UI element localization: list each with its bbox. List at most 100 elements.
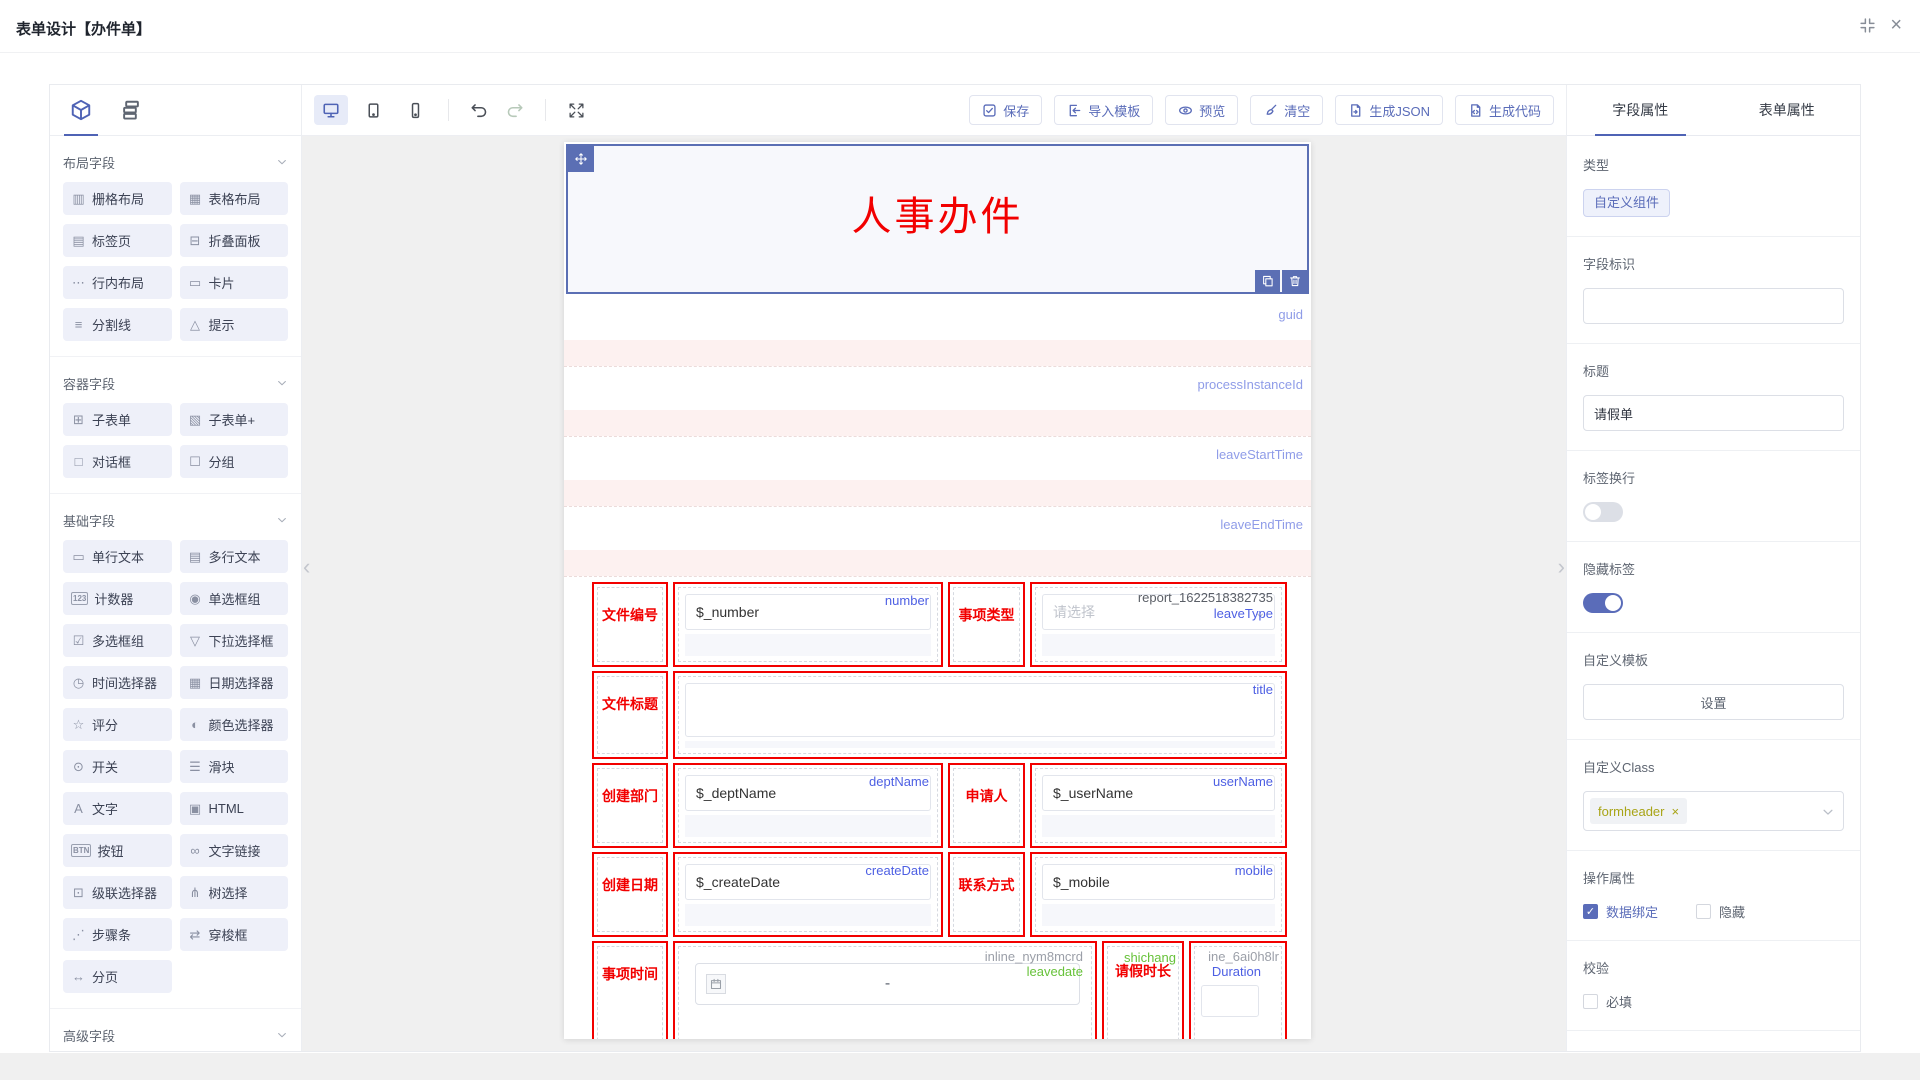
tab-field-properties[interactable]: 字段属性 — [1567, 85, 1714, 135]
field-binding-name: createDate — [865, 863, 929, 878]
outline-tree-tab-icon[interactable] — [120, 99, 142, 121]
cell-file-title-input[interactable]: title — [673, 671, 1287, 759]
data-binding-checkbox[interactable]: ✓ 数据绑定 — [1583, 902, 1658, 921]
hidden-field-row[interactable]: processInstanceId — [564, 367, 1311, 437]
cell-applicant-input[interactable]: userName $_userName — [1030, 763, 1287, 848]
title-input[interactable] — [1583, 395, 1844, 431]
palette-item[interactable]: □对话框 — [63, 445, 172, 478]
copy-icon[interactable] — [1255, 270, 1280, 292]
palette-item-label: 颜色选择器 — [209, 715, 274, 734]
cell-dept-input[interactable]: deptName $_deptName — [673, 763, 943, 848]
palette-item[interactable]: ⇄穿梭框 — [180, 918, 289, 951]
redo-button[interactable] — [501, 96, 529, 124]
palette-item[interactable]: ▧子表单+ — [180, 403, 289, 436]
hide-label-toggle[interactable] — [1583, 593, 1623, 613]
required-checkbox[interactable]: 必填 — [1583, 992, 1844, 1011]
cell-duration-input[interactable]: ine_6ai0h8lr Duration — [1189, 941, 1287, 1039]
palette-item[interactable]: ☰滑块 — [180, 750, 289, 783]
cell-dept-label[interactable]: 创建部门 — [592, 763, 668, 848]
trash-icon[interactable] — [1282, 270, 1307, 292]
number-input[interactable] — [1201, 985, 1259, 1017]
palette-item[interactable]: ☐分组 — [180, 445, 289, 478]
palette-item[interactable]: ⋰步骤条 — [63, 918, 172, 951]
palette-item[interactable]: ▭卡片 — [180, 266, 289, 299]
cell-create-date-label[interactable]: 创建日期 — [592, 852, 668, 937]
palette-item-icon: ⋯ — [71, 275, 86, 291]
collapse-right-panel-arrow[interactable]: › — [1558, 556, 1565, 578]
cell-matter-type-select[interactable]: report_1622518382735 leaveType 请选择⌄ — [1030, 582, 1287, 667]
palette-item[interactable]: ↔分页 — [63, 960, 172, 993]
date-range-input[interactable]: - — [695, 963, 1080, 1005]
cell-contact-label[interactable]: 联系方式 — [948, 852, 1025, 937]
hidden-checkbox[interactable]: 隐藏 — [1696, 902, 1745, 921]
compress-icon[interactable] — [1859, 17, 1876, 34]
palette-item[interactable]: ▽下拉选择框 — [180, 624, 289, 657]
preview-button[interactable]: 预览 — [1165, 95, 1238, 125]
mobile-view-button[interactable] — [398, 95, 432, 125]
palette-item[interactable]: ▤多行文本 — [180, 540, 289, 573]
palette-item[interactable]: ⋔树选择 — [180, 876, 289, 909]
generate-code-button[interactable]: 生成代码 — [1455, 95, 1554, 125]
palette-item[interactable]: A文字 — [63, 792, 172, 825]
section-header-container[interactable]: 容器字段 — [63, 363, 288, 403]
palette-item[interactable]: ▦表格布局 — [180, 182, 289, 215]
generate-json-button[interactable]: 生成JSON — [1335, 95, 1443, 125]
palette-item[interactable]: ⋯行内布局 — [63, 266, 172, 299]
custom-template-settings-button[interactable]: 设置 — [1583, 684, 1844, 720]
drag-move-icon[interactable] — [568, 146, 594, 172]
palette-item[interactable]: ▥栅格布局 — [63, 182, 172, 215]
cell-file-number-input[interactable]: number $_number — [673, 582, 943, 667]
cell-date-range-picker[interactable]: inline_nym8mcrd leavedate - — [673, 941, 1097, 1039]
cell-file-number-label[interactable]: 文件编号 — [592, 582, 668, 667]
tablet-view-button[interactable] — [356, 95, 390, 125]
cell-applicant-label[interactable]: 申请人 — [948, 763, 1025, 848]
hidden-field-row[interactable]: leaveEndTime — [564, 507, 1311, 577]
palette-item[interactable]: ⊞子表单 — [63, 403, 172, 436]
cell-file-title-label[interactable]: 文件标题 — [592, 671, 668, 759]
palette-item[interactable]: ▭单行文本 — [63, 540, 172, 573]
section-header-layout[interactable]: 布局字段 — [63, 142, 288, 182]
palette-item[interactable]: ◐颜色选择器 — [180, 708, 289, 741]
custom-class-select[interactable]: formheader × — [1583, 791, 1844, 831]
hidden-field-row[interactable]: guid — [564, 297, 1311, 367]
palette-item[interactable]: ⊙开关 — [63, 750, 172, 783]
palette-item[interactable]: △提示 — [180, 308, 289, 341]
cell-duration-label[interactable]: shichang 请假时长 — [1102, 941, 1184, 1039]
palette-item[interactable]: ☑多选框组 — [63, 624, 172, 657]
field-id-input[interactable] — [1583, 288, 1844, 324]
text-input[interactable] — [685, 683, 1275, 737]
palette-item[interactable]: ▤标签页 — [63, 224, 172, 257]
desktop-view-button[interactable] — [314, 95, 348, 125]
cell-create-date-input[interactable]: createDate $_createDate — [673, 852, 943, 937]
hidden-field-row[interactable]: leaveStartTime — [564, 437, 1311, 507]
tab-form-properties[interactable]: 表单属性 — [1714, 85, 1861, 135]
selected-form-header-block[interactable]: 人事办件 — [566, 144, 1309, 294]
section-header-advanced[interactable]: 高级字段 — [63, 1015, 288, 1051]
palette-item[interactable]: 123计数器 — [63, 582, 172, 615]
palette-item[interactable]: ∞文字链接 — [180, 834, 289, 867]
palette-item-icon: ⋔ — [188, 885, 203, 901]
cell-contact-input[interactable]: mobile $_mobile — [1030, 852, 1287, 937]
palette-item[interactable]: ▦日期选择器 — [180, 666, 289, 699]
remove-tag-icon[interactable]: × — [1671, 804, 1679, 819]
fullscreen-expand-button[interactable] — [562, 96, 590, 124]
palette-item[interactable]: ◉单选框组 — [180, 582, 289, 615]
cell-matter-type-label[interactable]: 事项类型 — [948, 582, 1025, 667]
save-button[interactable]: 保存 — [969, 95, 1042, 125]
clear-button[interactable]: 清空 — [1250, 95, 1323, 125]
palette-item[interactable]: ⊟折叠面板 — [180, 224, 289, 257]
cell-matter-time-label[interactable]: 事项时间 — [592, 941, 668, 1039]
collapse-left-panel-arrow[interactable]: ‹ — [303, 556, 310, 578]
palette-item[interactable]: ☆评分 — [63, 708, 172, 741]
section-header-basic[interactable]: 基础字段 — [63, 500, 288, 540]
palette-item[interactable]: ⊡级联选择器 — [63, 876, 172, 909]
palette-item[interactable]: ◷时间选择器 — [63, 666, 172, 699]
label-wrap-toggle[interactable] — [1583, 502, 1623, 522]
palette-item[interactable]: ▣HTML — [180, 792, 289, 825]
import-template-button[interactable]: 导入模板 — [1054, 95, 1153, 125]
undo-button[interactable] — [465, 96, 493, 124]
palette-item[interactable]: BTN按钮 — [63, 834, 172, 867]
palette-item[interactable]: ≡分割线 — [63, 308, 172, 341]
close-icon[interactable]: × — [1890, 15, 1902, 35]
components-tab-cube-icon[interactable] — [70, 99, 92, 121]
